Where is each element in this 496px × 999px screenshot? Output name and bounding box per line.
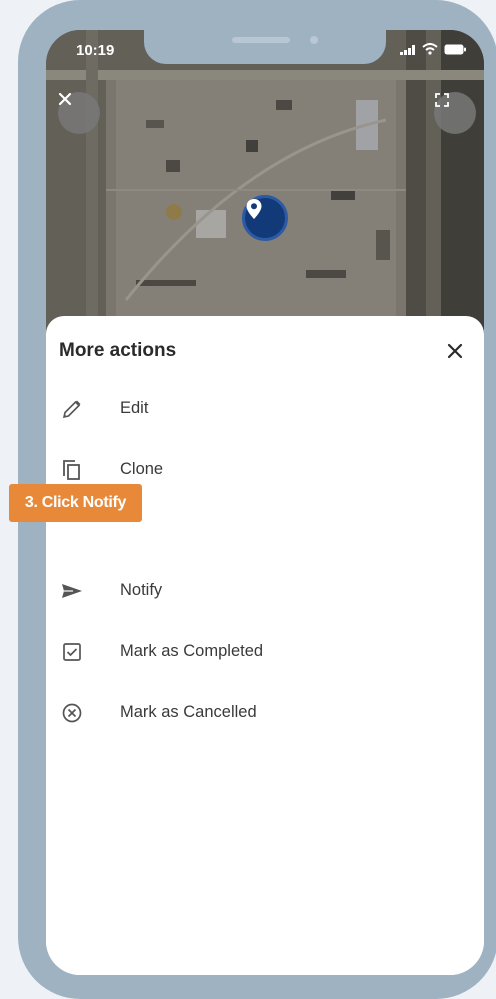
action-label: Notify [120, 581, 163, 599]
map-expand-button[interactable] [434, 92, 476, 134]
action-edit[interactable]: Edit [46, 387, 484, 431]
cancel-circle-icon [60, 701, 84, 725]
front-camera [310, 36, 318, 44]
tutorial-callout: 3. Click Notify [9, 484, 142, 522]
action-label: Edit [120, 399, 149, 417]
pencil-icon [60, 397, 84, 421]
action-mark-completed[interactable]: Mark as Completed [46, 630, 484, 674]
battery-icon [444, 42, 466, 60]
action-label: Mark as Completed [120, 642, 264, 660]
sheet-title: More actions [59, 340, 177, 361]
map-overlay [46, 30, 484, 340]
action-label: Mark as Cancelled [120, 703, 257, 721]
map-close-button[interactable] [58, 92, 100, 134]
checkbox-icon [60, 640, 84, 664]
status-time: 10:19 [76, 42, 115, 59]
speaker-grille [232, 37, 290, 43]
status-icons [400, 42, 466, 60]
action-mark-cancelled[interactable]: Mark as Cancelled [46, 691, 484, 735]
more-actions-sheet: More actions Edit Clone Notify Mark as C… [46, 316, 484, 975]
location-pin-marker[interactable] [242, 195, 288, 241]
sheet-close-button[interactable] [444, 340, 466, 362]
copy-icon [60, 458, 84, 482]
phone-notch [144, 30, 386, 64]
close-icon [444, 343, 466, 366]
action-label: Clone [120, 460, 164, 478]
send-icon [60, 579, 84, 603]
wifi-icon [422, 42, 438, 60]
action-notify[interactable]: Notify [46, 569, 484, 613]
satellite-map[interactable] [46, 30, 484, 340]
signal-icon [400, 42, 416, 60]
